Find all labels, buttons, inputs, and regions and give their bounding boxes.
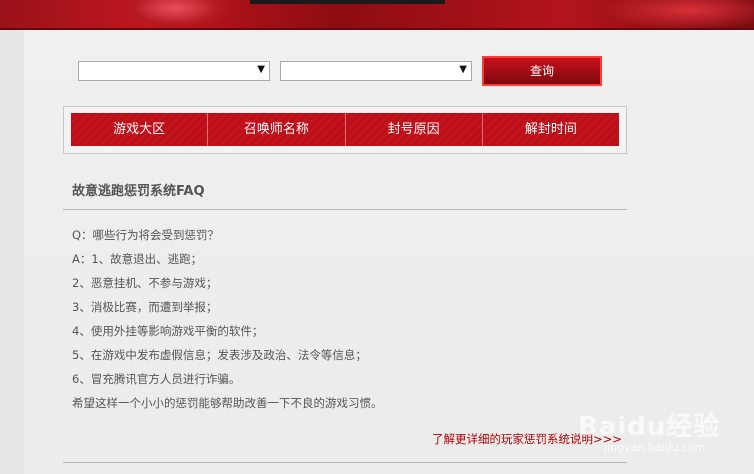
faq-answer-line: 4、使用外挂等影响游戏平衡的软件； bbox=[72, 324, 264, 338]
faq-answer-line: 2、恶意挂机、不参与游戏； bbox=[72, 276, 218, 290]
dropdown-arrow-icon[interactable]: ▼ bbox=[257, 64, 265, 75]
dropdown-arrow-icon[interactable]: ▼ bbox=[459, 64, 467, 75]
tab-ban-reason[interactable]: 封号原因 bbox=[345, 113, 483, 146]
faq-answer-line: 6、冒充腾讯官方人员进行诈骗。 bbox=[72, 372, 241, 386]
tab-unban-time[interactable]: 解封时间 bbox=[482, 113, 619, 146]
tab-game-region[interactable]: 游戏大区 bbox=[71, 113, 209, 146]
second-select[interactable]: ▼ bbox=[280, 61, 472, 81]
faq-title: 故意逃跑惩罚系统FAQ bbox=[72, 184, 205, 199]
baidu-watermark-logo: Baidu经验 bbox=[578, 412, 721, 442]
faq-closing-line: 希望这样一个小小的惩罚能够帮助改善一下不良的游戏习惯。 bbox=[72, 396, 383, 410]
banner-decoration bbox=[120, 0, 230, 28]
faq-answer-line: 3、消极比赛，而遭到举报； bbox=[72, 300, 218, 314]
faq-answer-line: 5、在游戏中发布虚假信息；发表涉及政治、法令等信息； bbox=[72, 348, 367, 362]
tab-bar: 游戏大区 召唤师名称 封号原因 解封时间 bbox=[71, 113, 619, 146]
divider bbox=[63, 209, 627, 210]
faq-answer-line: A：1、故意退出、逃跑； bbox=[72, 252, 203, 266]
banner-decoration-right bbox=[600, 0, 754, 28]
faq-question: Q：哪些行为将会受到惩罚？ bbox=[72, 228, 220, 242]
tab-summoner-name[interactable]: 召唤师名称 bbox=[208, 113, 346, 146]
region-select[interactable]: ▼ bbox=[78, 61, 270, 81]
query-button[interactable]: 查询 bbox=[482, 56, 602, 86]
top-banner bbox=[0, 0, 754, 30]
baidu-watermark-url: jingyan.baidu.com bbox=[604, 441, 706, 454]
divider bbox=[63, 462, 627, 463]
banner-dark-bar bbox=[250, 0, 445, 4]
